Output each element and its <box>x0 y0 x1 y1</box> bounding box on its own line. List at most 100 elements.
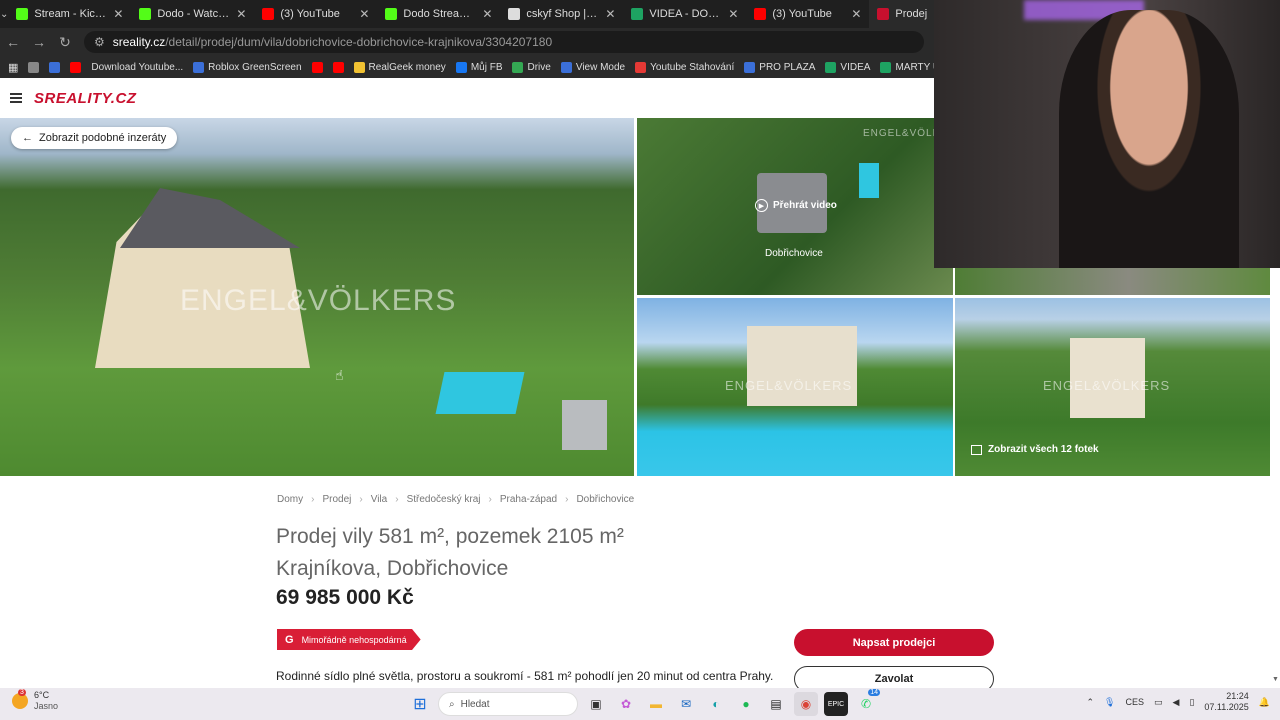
microphone-icon[interactable]: 🎙 <box>1104 697 1115 708</box>
page-scrollbar[interactable]: ▼ <box>1272 676 1280 688</box>
energy-badge[interactable]: G Mimořádně nehospodárná <box>277 629 421 650</box>
energy-class: G <box>285 633 294 646</box>
language-indicator[interactable]: CES <box>1125 697 1144 707</box>
breadcrumb-item[interactable]: Praha-západ <box>500 494 557 505</box>
outlook-icon[interactable]: ✉ <box>674 692 698 716</box>
url-field[interactable]: ⚙ sreality.cz/detail/prodej/dum/vila/dob… <box>84 31 924 53</box>
close-tab-icon[interactable]: ✕ <box>482 7 492 21</box>
whatsapp-icon[interactable]: ✆ 14 <box>854 689 880 716</box>
bookmark-label: Download Youtube... <box>91 61 184 73</box>
bookmark-item[interactable]: RealGeek money <box>353 61 446 73</box>
tab-title: cskyf Shop | The best <box>526 8 599 20</box>
show-similar-button[interactable]: ← Zobrazit podobné inzeráty <box>11 127 178 149</box>
breadcrumb-item[interactable]: Prodej <box>322 494 351 505</box>
bookmark-item[interactable] <box>311 61 323 73</box>
notification-bell-icon[interactable]: 🔔 <box>1259 697 1270 708</box>
breadcrumb-item[interactable]: Dobřichovice <box>576 494 634 505</box>
close-tab-icon[interactable]: ✕ <box>359 7 369 21</box>
stairs-photo[interactable] <box>955 268 1270 295</box>
tab-search-icon[interactable]: ⌄ <box>0 2 8 26</box>
spotify-icon[interactable]: ● <box>734 692 758 716</box>
bookmark-item[interactable] <box>70 61 82 73</box>
youtube-icon <box>754 8 767 20</box>
tab-title: (3) YouTube <box>280 8 340 20</box>
bookmark-item[interactable]: View Mode <box>560 61 625 73</box>
copilot-icon[interactable]: ✿ <box>614 692 638 716</box>
bookmark-item[interactable] <box>332 61 344 73</box>
browser-tab[interactable]: (3) YouTube ✕ <box>746 0 869 28</box>
watermark-text: ENGEL&VÖLKERS <box>180 284 457 317</box>
listing-content: Domy › Prodej › Vila › Středočeský kraj › Praha-… <box>0 476 1280 692</box>
webcam-overlay <box>934 0 1280 268</box>
bookmark-item[interactable]: Drive <box>512 61 551 73</box>
bookmark-item[interactable] <box>28 61 40 73</box>
app-icon <box>560 61 572 73</box>
windows-taskbar: 3 6°C Jasno ⊞ ⌕ Hledat ▣ ✿ ▬ ✉ ◐ ● ▤ ◉ E… <box>0 688 1280 720</box>
back-icon[interactable]: ← <box>0 34 26 50</box>
task-view-icon[interactable]: ▣ <box>584 692 608 716</box>
bookmark-item[interactable] <box>49 61 61 73</box>
map-photo[interactable]: ENGEL&VÖLKERS ▶ Přehrát video Dobřichovi… <box>637 118 953 295</box>
chevron-right-icon: › <box>565 494 569 505</box>
close-tab-icon[interactable]: ✕ <box>605 7 615 21</box>
bookmark-item[interactable]: Youtube Stahování <box>635 61 734 73</box>
browser-tab[interactable]: Dodo Stream - Watch ✕ <box>377 0 500 28</box>
close-tab-icon[interactable]: ✕ <box>113 7 123 21</box>
network-icon[interactable]: ▭ <box>1154 697 1163 708</box>
browser-tab[interactable]: cskyf Shop | The best ✕ <box>500 0 623 28</box>
aerial-photo[interactable]: ENGEL&VÖLKERS Zobrazit všech 12 fotek <box>955 298 1270 476</box>
play-icon: ▶ <box>755 199 768 212</box>
battery-icon[interactable]: ▯ <box>1189 697 1194 708</box>
weather-badge: 3 <box>18 689 26 696</box>
bookmark-item[interactable]: PRO PLAZA <box>744 61 815 73</box>
chrome-icon[interactable]: ◉ <box>794 692 818 716</box>
listing-price: 69 985 000 Kč <box>276 586 414 609</box>
play-video-button[interactable]: ▶ Přehrát video <box>755 199 837 212</box>
breadcrumb-item[interactable]: Domy <box>277 494 303 505</box>
clock[interactable]: 21:24 07.11.2025 <box>1204 691 1248 713</box>
contact-seller-button[interactable]: Napsat prodejci <box>794 629 994 656</box>
apps-icon[interactable]: ▦ <box>8 61 18 74</box>
taskbar-search[interactable]: ⌕ Hledat <box>438 692 578 716</box>
sheets-icon <box>825 61 837 73</box>
bookmark-item[interactable]: Roblox GreenScreen <box>193 61 302 73</box>
close-tab-icon[interactable]: ✕ <box>851 7 861 21</box>
terminal-icon[interactable]: ▤ <box>764 692 788 716</box>
show-all-photos-button[interactable]: Zobrazit všech 12 fotek <box>971 444 1099 455</box>
tab-title: (3) YouTube <box>772 8 832 20</box>
reload-icon[interactable]: ↻ <box>52 34 78 51</box>
breadcrumb-item[interactable]: Vila <box>371 494 388 505</box>
breadcrumb-item[interactable]: Středočeský kraj <box>407 494 481 505</box>
edge-icon[interactable]: ◐ <box>704 692 728 716</box>
epic-games-icon[interactable]: EPIC <box>824 692 848 716</box>
weather-widget[interactable]: 3 6°C Jasno <box>12 689 58 712</box>
main-photo[interactable]: ENGEL&VÖLKERS ← Zobrazit podobné inzerát… <box>0 118 634 476</box>
chevron-right-icon: › <box>359 494 363 505</box>
bookmark-item[interactable]: VIDEA <box>825 61 870 73</box>
youtube-icon <box>332 61 344 73</box>
browser-tab[interactable]: Dodo - Watch the VO ✕ <box>131 0 254 28</box>
bookmark-item[interactable]: Download Youtube... <box>91 62 183 73</box>
garden-shed <box>562 400 607 450</box>
start-icon[interactable]: ⊞ <box>408 692 432 716</box>
chevron-right-icon: › <box>395 494 399 505</box>
bookmark-item[interactable]: Můj FB <box>455 61 502 73</box>
browser-tab[interactable]: Stream - Kick Dashbo ✕ <box>8 0 131 28</box>
forward-icon[interactable]: → <box>26 34 52 50</box>
bookmark-label: Drive <box>527 61 551 73</box>
weather-sun-icon: 3 <box>12 689 28 709</box>
watermark-text: ENGEL&VÖLKERS <box>725 378 853 393</box>
file-explorer-icon[interactable]: ▬ <box>644 692 668 716</box>
volume-icon[interactable]: ◀ <box>1173 697 1180 708</box>
browser-tab[interactable]: (3) YouTube ✕ <box>254 0 377 28</box>
clock-date: 07.11.2025 <box>1204 702 1249 712</box>
close-tab-icon[interactable]: ✕ <box>728 7 738 21</box>
facebook-icon <box>455 61 467 73</box>
hamburger-menu-icon[interactable] <box>10 93 22 103</box>
pool-photo[interactable]: ENGEL&VÖLKERS <box>637 298 953 476</box>
site-logo[interactable]: SREALITY.CZ <box>34 90 136 107</box>
site-info-icon[interactable]: ⚙ <box>94 35 105 49</box>
browser-tab[interactable]: VIDEA - DODO - Tab ✕ <box>623 0 746 28</box>
close-tab-icon[interactable]: ✕ <box>236 7 246 21</box>
chevron-up-icon[interactable]: ⌃ <box>1087 697 1095 708</box>
